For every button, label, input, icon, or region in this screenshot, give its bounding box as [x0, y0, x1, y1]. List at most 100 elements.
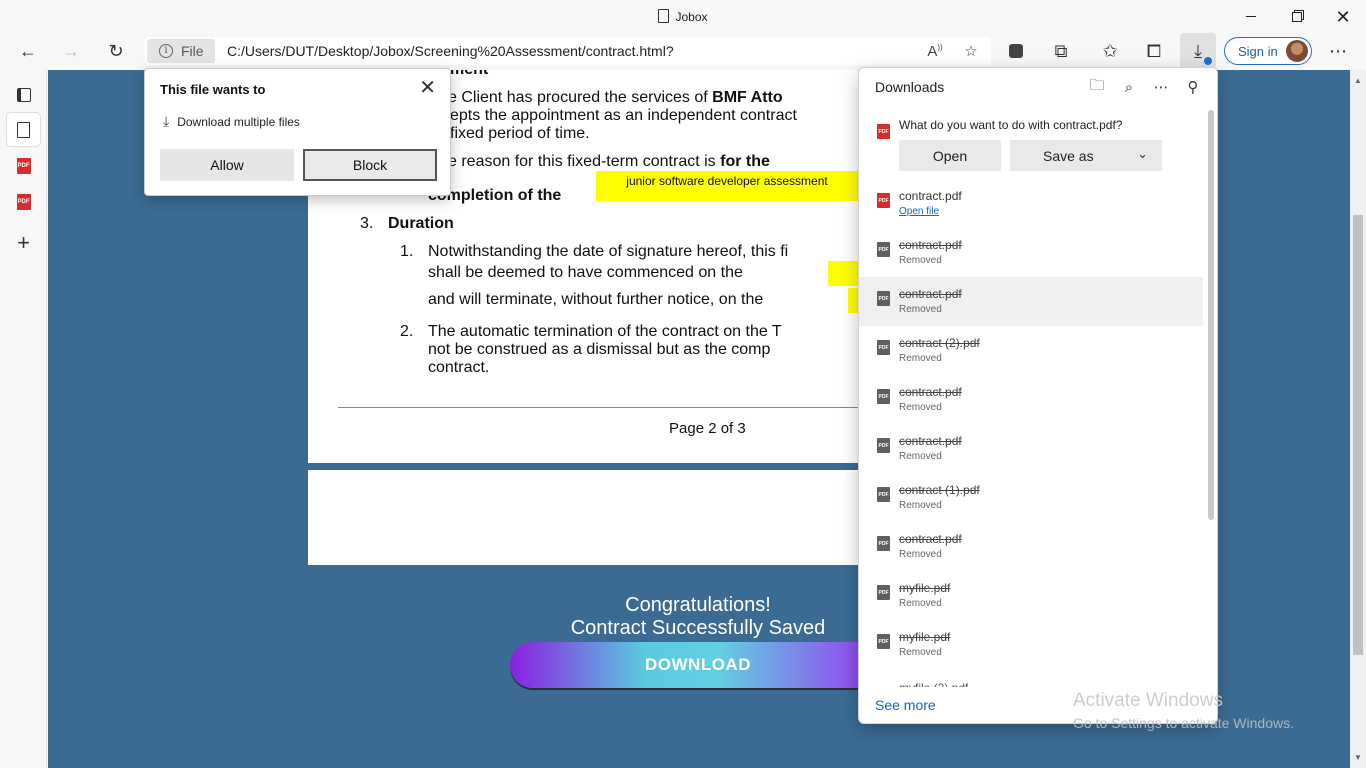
url-text[interactable]: C:/Users/DUT/Desktop/Jobox/Screening%20A… [227, 43, 674, 59]
open-file-button[interactable]: Open [899, 140, 1001, 171]
back-button[interactable]: ← [10, 33, 46, 69]
pdf-icon: PDF [16, 193, 31, 210]
download-item[interactable]: PDF contract.pdf Removed [859, 228, 1203, 277]
tab-pdf-1[interactable]: PDF [7, 149, 40, 182]
download-item[interactable]: PDF contract.pdf Removed [859, 424, 1203, 473]
contract-page-next [308, 470, 908, 565]
office-extension-button[interactable] [998, 33, 1034, 69]
minimize-button[interactable] [1228, 0, 1274, 33]
tab-actions-icon [16, 87, 31, 102]
close-icon: ✕ [1335, 6, 1351, 27]
page-scrollbar[interactable]: ▲ ▼ [1350, 70, 1366, 768]
scroll-down-icon[interactable]: ▼ [1354, 753, 1362, 762]
tab-current-page[interactable] [7, 113, 40, 146]
doc-line: and will terminate, without further noti… [428, 291, 764, 308]
pdf-icon: PDF [877, 193, 890, 208]
pdf-icon: PDF [877, 487, 890, 502]
allow-button[interactable]: Allow [160, 149, 294, 181]
read-aloud-icon: A)) [927, 42, 943, 60]
file-name: contract.pdf [899, 238, 962, 252]
settings-more-button[interactable]: ⋯ [1320, 33, 1356, 69]
file-status: Removed [899, 255, 942, 266]
block-button[interactable]: Block [303, 149, 437, 181]
chevron-down-icon: ⌄ [1137, 146, 1148, 161]
download-item[interactable]: PDF myfile.pdf Removed [859, 571, 1203, 620]
save-as-button[interactable]: Save as ⌄ [1010, 140, 1162, 171]
site-info-button[interactable]: i File [147, 39, 215, 63]
browser-toolbar: ← → ↻ i File C:/Users/DUT/Desktop/Jobox/S… [0, 33, 1366, 70]
window-title-wrap: Jobox [0, 9, 1366, 24]
read-aloud-button[interactable]: A)) [917, 37, 953, 65]
item-number: 2. [400, 323, 414, 340]
office-icon [1009, 44, 1023, 58]
scroll-up-icon[interactable]: ▲ [1354, 76, 1362, 85]
download-item[interactable]: PDF contract (2).pdf Removed [859, 326, 1203, 375]
open-file-link[interactable]: Open file [899, 206, 939, 217]
download-icon: ⤓ [1194, 40, 1202, 61]
sign-in-button[interactable]: Sign in [1224, 37, 1312, 65]
address-bar[interactable]: i File C:/Users/DUT/Desktop/Jobox/Screeni… [145, 37, 991, 65]
tab-pdf-2[interactable]: PDF [7, 185, 40, 218]
page-divider [338, 407, 898, 408]
downloads-button[interactable]: ⤓ [1180, 33, 1216, 69]
restore-button[interactable] [1274, 0, 1320, 33]
downloads-scrollbar[interactable] [1208, 110, 1214, 520]
search-downloads-button[interactable]: ⌕ [1117, 76, 1141, 98]
restore-icon [1292, 11, 1302, 22]
add-favorite-button[interactable]: ☆ [953, 37, 989, 65]
doc-line: shall be deemed to have commenced on the [428, 264, 743, 281]
download-item[interactable]: PDF contract.pdf Removed [859, 522, 1203, 571]
favorites-button[interactable]: ✩ [1092, 33, 1128, 69]
success-message: Congratulations! Contract Successfully S… [498, 594, 898, 640]
download-item[interactable]: PDF contract (1).pdf Removed [859, 473, 1203, 522]
refresh-icon: ↻ [108, 40, 124, 61]
download-icon: ⤓ [163, 113, 170, 129]
collections-icon: ⧠ [1146, 40, 1162, 61]
download-item[interactable]: PDF contract.pdf Removed [859, 277, 1203, 326]
search-icon: ⌕ [1124, 78, 1134, 96]
section-title: Duration [388, 215, 454, 232]
forward-button[interactable]: → [53, 33, 89, 69]
download-item[interactable]: PDF myfile.pdf Removed [859, 620, 1203, 669]
tab-actions-button[interactable] [7, 78, 40, 111]
partial-download-item: myfile (2).pdf [899, 681, 968, 687]
doc-line-bold: for the [720, 153, 770, 170]
arrow-left-icon: ← [19, 40, 37, 61]
doc-line: Notwithstanding the date of signature he… [428, 243, 789, 260]
file-status: Removed [899, 598, 942, 609]
doc-line: fixed period of time. [450, 125, 590, 142]
open-downloads-folder-button[interactable]: 🗀 [1085, 76, 1109, 98]
pdf-icon: PDF [877, 585, 890, 600]
page-number: Page 2 of 3 [669, 420, 746, 437]
extensions-button[interactable]: ⧉ [1043, 33, 1079, 69]
pdf-icon: PDF [877, 340, 890, 355]
pin-downloads-button[interactable]: ⚲ [1181, 76, 1205, 98]
plus-icon: + [17, 229, 30, 255]
scroll-thumb[interactable] [1353, 215, 1363, 655]
more-icon: ⋯ [1329, 40, 1347, 61]
permission-close-button[interactable]: ✕ [419, 75, 436, 100]
congrats-title: Congratulations! [625, 594, 771, 616]
file-name: contract (1).pdf [899, 483, 980, 497]
favorites-icon: ✩ [1102, 40, 1118, 61]
see-more-link[interactable]: See more [875, 697, 936, 713]
arrow-right-icon: → [62, 40, 80, 61]
file-name: contract (2).pdf [899, 336, 980, 350]
download-contract-label: DOWNLOAD [645, 655, 751, 674]
file-status: Removed [899, 647, 942, 658]
close-window-button[interactable]: ✕ [1320, 0, 1366, 33]
new-tab-button[interactable]: + [7, 226, 40, 259]
refresh-button[interactable]: ↻ [98, 33, 134, 69]
pdf-icon: PDF [877, 634, 890, 649]
file-status: Removed [899, 549, 942, 560]
download-question: What do you want to do with contract.pdf… [899, 118, 1123, 132]
downloads-flyout: Downloads 🗀 ⌕ ⋯ ⚲ PDF What do you want t… [858, 67, 1218, 724]
download-contract-button[interactable]: DOWNLOAD [510, 642, 890, 688]
collections-button[interactable]: ⧠ [1136, 33, 1172, 69]
more-icon: ⋯ [1153, 79, 1169, 96]
pdf-icon: PDF [877, 124, 890, 139]
doc-line: e reason for this fixed-term contract is… [448, 153, 770, 171]
downloads-more-button[interactable]: ⋯ [1149, 76, 1173, 98]
download-item[interactable]: PDF contract.pdf Removed [859, 375, 1203, 424]
download-item[interactable]: PDF contract.pdf Open file [859, 179, 1203, 228]
